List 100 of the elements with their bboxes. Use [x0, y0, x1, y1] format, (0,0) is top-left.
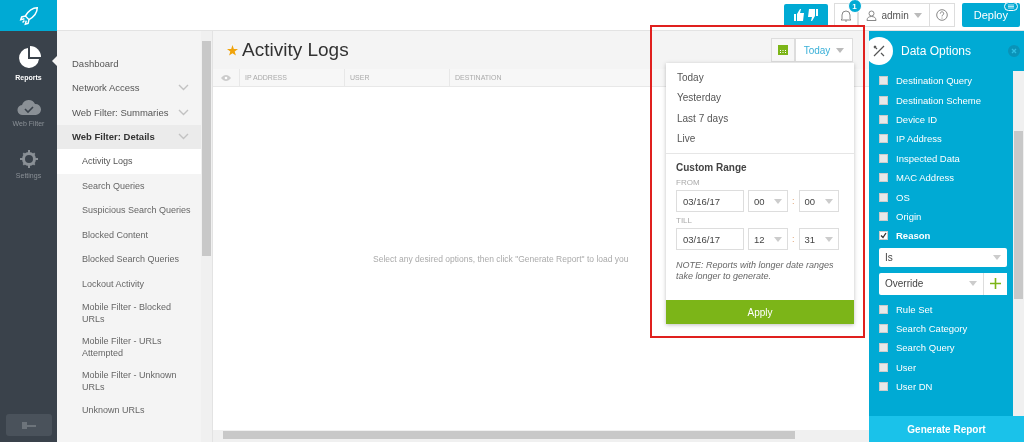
option-label: Destination Query — [896, 75, 973, 87]
panel-title: Data Options — [901, 44, 973, 58]
nav-label: Web Filter: Summaries — [72, 106, 169, 118]
range-option[interactable]: Today — [666, 67, 854, 88]
key-icon — [21, 421, 36, 429]
option-label: MAC Address — [896, 172, 955, 184]
help-button[interactable] — [928, 3, 955, 27]
help-icon — [935, 9, 948, 21]
range-option[interactable]: Yesterday — [666, 87, 854, 108]
date-field[interactable]: 03/16/17 — [676, 190, 744, 212]
close-icon[interactable] — [1008, 45, 1020, 57]
range-option[interactable]: Last 7 days — [666, 108, 854, 129]
option-label: Device ID — [896, 113, 938, 125]
option-label: Search Query — [896, 342, 955, 354]
nav-subitem[interactable]: Suspicious Search Queries — [57, 198, 201, 223]
nav-subitem[interactable]: Mobile Filter - URLs Attempted — [57, 330, 201, 364]
scrollbar[interactable] — [1013, 71, 1024, 416]
nav-item[interactable]: Network Access — [57, 75, 201, 100]
checkbox[interactable] — [879, 324, 888, 334]
caret-icon — [824, 236, 833, 242]
option-label: Search Category — [896, 323, 968, 335]
field-label: FROM — [676, 178, 701, 187]
caret-icon — [913, 12, 922, 18]
empty-message: Select any desired options, then click "Generate Report" to load you — [373, 253, 629, 264]
nav-subitem[interactable]: Lockout Activity — [57, 271, 201, 296]
option-label: Destination Scheme — [896, 94, 982, 106]
hour-select[interactable]: 12 — [748, 228, 788, 250]
hour-select[interactable]: 00 — [748, 190, 788, 212]
pie-chart-icon — [16, 46, 41, 70]
checkbox[interactable] — [879, 231, 888, 241]
checkbox[interactable] — [879, 343, 888, 353]
caret-icon — [993, 254, 1001, 260]
nav-label: Network Access — [72, 82, 140, 94]
feedback-button[interactable] — [783, 3, 828, 27]
nav-subitem[interactable]: Blocked Search Queries — [57, 247, 201, 272]
nav-item[interactable]: Web Filter: Details — [57, 124, 201, 149]
bell-icon — [839, 8, 852, 22]
option-label: Origin — [896, 210, 922, 222]
user-name: admin — [881, 9, 909, 21]
checkbox[interactable] — [879, 362, 888, 372]
option-label: User DN — [896, 381, 933, 393]
checkbox[interactable] — [879, 173, 888, 183]
nav-subitem[interactable]: Mobile Filter - Blocked URLs — [57, 296, 201, 330]
option-label: User — [896, 361, 917, 373]
rocket-icon — [17, 4, 40, 27]
option-label: Reason — [896, 230, 931, 242]
thumbs-icon — [792, 9, 819, 21]
caret-icon — [774, 236, 782, 242]
nav-item[interactable]: Web Filter: Summaries — [57, 100, 201, 125]
option-label: Inspected Data — [896, 152, 960, 164]
checkbox[interactable] — [879, 211, 888, 221]
calendar-button[interactable] — [771, 38, 795, 62]
add-button[interactable] — [983, 272, 1007, 295]
date-field[interactable]: 03/16/17 — [676, 228, 744, 250]
checkbox[interactable] — [879, 134, 888, 144]
logout-button[interactable] — [5, 414, 52, 436]
plus-icon — [990, 278, 1001, 289]
range-note: NOTE: Reports with longer date ranges take longer to generate. — [676, 260, 835, 282]
checkbox[interactable] — [879, 304, 888, 314]
option-label: OS — [896, 191, 910, 203]
time-separator: : — [792, 234, 795, 244]
check-icon — [880, 232, 887, 240]
nav-subitem[interactable]: Unknown URLs — [57, 398, 201, 423]
minute-select[interactable]: 31 — [798, 228, 839, 250]
gear-icon — [19, 150, 38, 168]
user-menu[interactable]: admin — [857, 3, 930, 27]
custom-range-heading: Custom Range — [676, 162, 748, 173]
page-title: Activity Logs — [242, 39, 349, 61]
option-label: Rule Set — [896, 303, 933, 315]
minute-select[interactable]: 00 — [798, 190, 839, 212]
checkbox[interactable] — [879, 114, 888, 124]
checkbox[interactable] — [879, 95, 888, 105]
scrollbar[interactable] — [201, 31, 212, 442]
eye-icon — [221, 74, 231, 81]
nav-subitem[interactable]: Activity Logs — [57, 149, 201, 174]
horizontal-scrollbar[interactable] — [213, 430, 869, 442]
range-option[interactable]: Live — [666, 128, 854, 149]
tools-icon — [873, 45, 885, 57]
caret-icon — [774, 198, 782, 204]
checkbox[interactable] — [879, 76, 888, 86]
operator-select[interactable]: Is — [879, 247, 1007, 267]
cloud-check-icon — [16, 98, 41, 116]
calendar-icon — [778, 45, 788, 55]
notification-badge: 1 — [847, 0, 862, 13]
person-icon — [865, 9, 877, 21]
option-label: IP Address — [896, 133, 942, 145]
caret-icon — [824, 198, 833, 204]
nav-subitem[interactable]: Mobile Filter - Unknown URLs — [57, 364, 201, 398]
nav-item[interactable]: Dashboard — [57, 51, 201, 76]
time-separator: : — [792, 196, 795, 206]
checkbox[interactable] — [879, 382, 888, 392]
logo-tile[interactable] — [0, 0, 57, 31]
nav-label: Dashboard — [72, 57, 119, 69]
checkbox[interactable] — [879, 153, 888, 163]
caret-icon — [836, 47, 845, 53]
nav-subitem[interactable]: Search Queries — [57, 173, 201, 198]
field-label: TILL — [676, 216, 693, 225]
checkbox[interactable] — [879, 192, 888, 202]
nav-subitem[interactable]: Blocked Content — [57, 222, 201, 247]
caret-icon — [969, 281, 977, 286]
